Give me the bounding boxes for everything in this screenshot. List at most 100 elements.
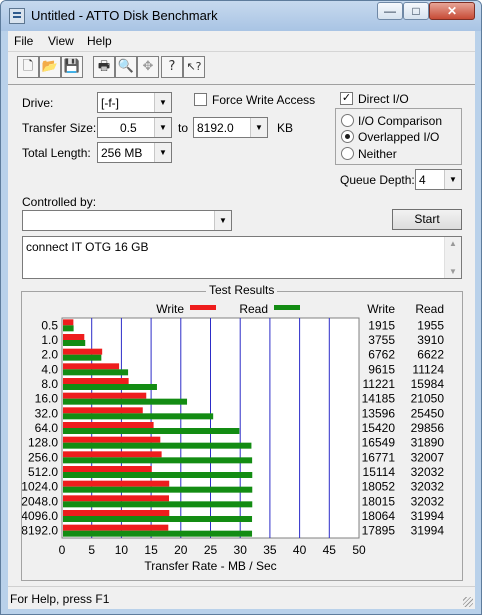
description-text: connect IT OTG 16 GB [26, 240, 149, 254]
write-bar [63, 480, 170, 487]
description-field[interactable]: connect IT OTG 16 GB ▲ ▼ [22, 236, 462, 279]
category-label: 256.0 [28, 450, 58, 464]
write-value: 15114 [363, 465, 396, 479]
category-label: 4096.0 [22, 509, 58, 523]
results-chart: 0 5 10 15 20 25 30 35 40 45 50 Transfer Rate - MB /… [22, 302, 445, 573]
write-value: 11221 [363, 377, 396, 391]
read-value: 21050 [411, 392, 445, 406]
move-icon[interactable]: ✥ [137, 56, 159, 78]
read-bar [63, 501, 253, 508]
window-title: Untitled - ATTO Disk Benchmark [31, 8, 218, 23]
read-bar [63, 325, 74, 332]
write-bar [63, 392, 147, 399]
save-icon[interactable]: 💾 [61, 56, 83, 78]
read-value: 6622 [417, 348, 444, 362]
status-text: For Help, press F1 [10, 592, 110, 606]
queue-depth-value: 4 [419, 173, 426, 187]
legend-write-label: Write [156, 302, 184, 316]
overlapped-io-radio[interactable] [341, 130, 354, 143]
description-scrollbar[interactable]: ▲ ▼ [444, 237, 461, 278]
menu-view[interactable]: View [48, 34, 74, 48]
main-panel: Drive: [-f-] ▼ Force Write Access Transf… [8, 84, 475, 586]
x-tick-label: 50 [352, 543, 366, 557]
read-value: 31994 [411, 509, 445, 523]
category-label: 1024.0 [22, 480, 58, 494]
read-bar [63, 530, 253, 537]
write-value: 1915 [368, 318, 395, 332]
transfer-size-from-select[interactable]: 0.5 ▼ [97, 117, 172, 138]
write-value: 14185 [362, 392, 396, 406]
read-value: 32032 [411, 480, 445, 494]
write-column-header: Write [367, 302, 395, 316]
legend-read-swatch [274, 305, 300, 310]
write-bar [63, 422, 154, 428]
x-tick-label: 5 [88, 543, 95, 557]
category-label: 0.5 [41, 318, 58, 332]
minimize-button[interactable]: — [377, 2, 403, 20]
neither-radio[interactable] [341, 147, 354, 160]
queue-depth-select[interactable]: 4 ▼ [415, 169, 462, 190]
drive-label: Drive: [22, 96, 54, 110]
write-bar [63, 378, 129, 384]
start-button[interactable]: Start [392, 209, 462, 230]
menu-file[interactable]: File [14, 34, 33, 48]
controlled-by-label: Controlled by: [22, 195, 97, 209]
direct-io-checkbox[interactable]: ✓ [340, 92, 353, 105]
total-length-select[interactable]: 256 MB ▼ [97, 142, 172, 163]
x-tick-label: 0 [59, 543, 66, 557]
controlled-by-select[interactable]: ▼ [22, 210, 232, 231]
title-bar[interactable]: Untitled - ATTO Disk Benchmark — □ ✕ [1, 1, 481, 31]
read-value: 32032 [411, 494, 445, 508]
read-value: 31994 [411, 524, 445, 538]
write-bar [63, 319, 74, 326]
category-label: 64.0 [35, 421, 59, 435]
read-bar [63, 398, 188, 405]
write-bar [63, 451, 162, 458]
force-write-access-checkbox[interactable] [194, 93, 207, 106]
read-value: 3910 [417, 333, 444, 347]
transfer-size-to-select[interactable]: 8192.0 ▼ [193, 117, 268, 138]
write-value: 17895 [362, 524, 396, 538]
write-bar [63, 524, 169, 531]
write-value: 18064 [362, 509, 396, 523]
x-axis-label: Transfer Rate - MB / Sec [144, 559, 276, 573]
write-value: 3755 [368, 333, 395, 347]
write-bar [63, 436, 161, 443]
legend-write-swatch [190, 305, 216, 310]
new-document-icon[interactable]: 🗋 [17, 56, 39, 78]
total-length-value: 256 MB [101, 146, 143, 160]
maximize-button[interactable]: □ [403, 2, 429, 20]
io-comparison-radio[interactable] [341, 114, 354, 127]
force-write-access-label: Force Write Access [212, 93, 316, 107]
write-bar [63, 407, 143, 414]
write-value: 13596 [362, 406, 396, 420]
drive-select[interactable]: [-f-] ▼ [97, 92, 172, 113]
scroll-down-icon[interactable]: ▼ [449, 267, 457, 276]
chevron-down-icon: ▼ [154, 118, 171, 137]
resize-grip-icon[interactable] [463, 597, 473, 607]
category-label: 512.0 [28, 465, 58, 479]
read-bar [63, 369, 129, 376]
read-bar [63, 384, 157, 390]
context-help-icon[interactable]: ↖? [183, 56, 205, 78]
print-preview-icon[interactable]: 🔍 [115, 56, 137, 78]
read-bar [63, 486, 253, 493]
chevron-down-icon: ▼ [250, 118, 267, 137]
print-icon[interactable]: 🖶 [93, 56, 115, 78]
category-label: 8.0 [41, 377, 58, 391]
category-label: 32.0 [35, 406, 59, 420]
scroll-up-icon[interactable]: ▲ [449, 239, 457, 248]
help-icon[interactable]: ? [161, 56, 183, 78]
category-label: 4.0 [41, 362, 58, 376]
write-bar [63, 466, 152, 472]
write-bar [63, 348, 103, 355]
read-value: 29856 [411, 421, 445, 435]
open-folder-icon[interactable]: 📂 [39, 56, 61, 78]
legend-read-label: Read [239, 302, 268, 316]
close-button[interactable]: ✕ [429, 2, 475, 20]
read-value: 31890 [411, 436, 445, 450]
menu-help[interactable]: Help [87, 34, 112, 48]
read-bar [63, 472, 253, 478]
read-value: 1955 [417, 318, 444, 332]
read-value: 25450 [411, 406, 445, 420]
